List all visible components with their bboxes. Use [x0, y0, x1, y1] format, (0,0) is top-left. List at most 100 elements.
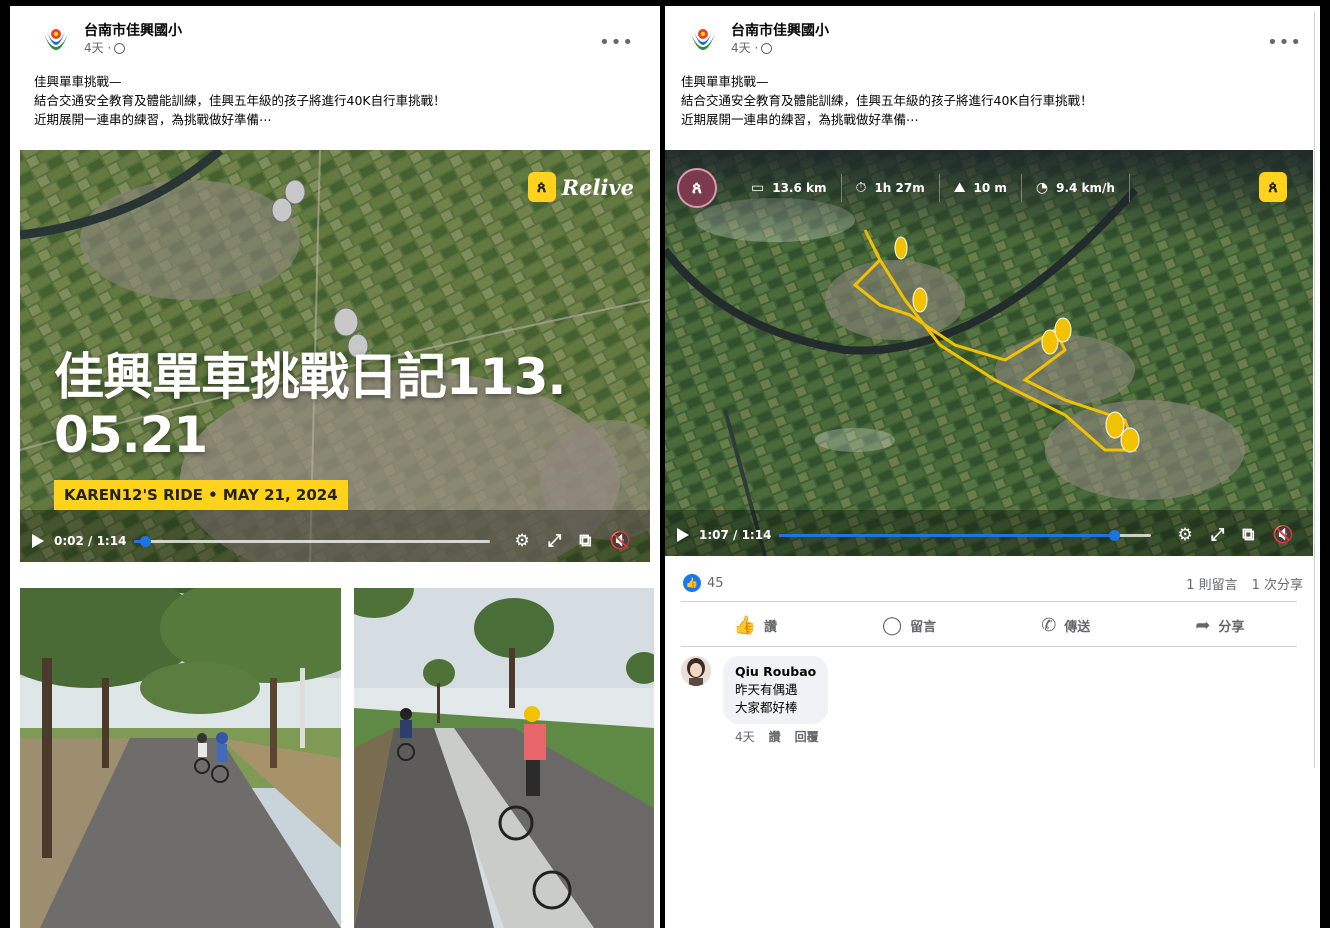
stat-elevation: ⛰ 10 m	[940, 174, 1022, 202]
post-time[interactable]: 4天 ·	[84, 40, 111, 56]
relive-wordmark: Relive	[561, 174, 634, 200]
page-avatar[interactable]	[683, 20, 723, 60]
aerial-route-map-image	[665, 150, 1313, 556]
progress-bar[interactable]	[779, 529, 1152, 541]
video-player[interactable]: ጰ ▭ 13.6 km ⏱ 1h 27m ⛰ 10 m ◔ 9.4 km/h ጰ	[665, 150, 1313, 556]
relive-logo: ጰ Relive	[527, 172, 634, 202]
avatar-image	[681, 656, 711, 686]
share-button[interactable]: ➦ 分享	[1195, 615, 1244, 636]
page-name[interactable]: 台南市佳興國小	[84, 22, 182, 40]
stat-speed: ◔ 9.4 km/h	[1022, 174, 1130, 202]
video-controls: 0:02 / 1:14 ⚙ ⤢ ⧉ 🔇	[20, 520, 650, 562]
picture-in-picture-icon[interactable]: ⧉	[1242, 525, 1254, 545]
relive-badge-icon: ጰ	[527, 172, 556, 202]
activity-stats-bar: ጰ ▭ 13.6 km ⏱ 1h 27m ⛰ 10 m ◔ 9.4 km/h ጰ	[677, 166, 1301, 210]
share-count[interactable]: 1 次分享	[1252, 574, 1303, 593]
post-text: 佳興單車挑戰— 結合交通安全教育及體能訓練，佳興五年級的孩子將進行40K自行車挑…	[681, 74, 1093, 127]
progress-knob[interactable]	[1109, 529, 1121, 541]
settings-gear-icon[interactable]: ⚙	[514, 531, 529, 551]
post-text: 佳興單車挑戰— 結合交通安全教育及體能訓練，佳興五年級的孩子將進行40K自行車挑…	[34, 74, 446, 127]
video-controls: 1:07 / 1:14 ⚙ ⤢ ⧉ 🔇	[665, 514, 1313, 556]
timecode: 0:02 / 1:14	[54, 534, 127, 548]
stat-value: 1h 27m	[874, 181, 925, 195]
ride-banner: KAREN12'S RIDE • MAY 21, 2024	[54, 480, 348, 510]
globe-icon	[114, 42, 126, 54]
stat-value: 13.6 km	[772, 181, 827, 195]
post-meta: 4天 ·	[84, 40, 182, 56]
more-options-button[interactable]: •••	[599, 32, 634, 53]
play-icon[interactable]	[677, 528, 689, 542]
photo-image	[20, 588, 341, 928]
comment-icon: ◯	[881, 614, 903, 636]
comment-label: 留言	[910, 619, 937, 635]
school-logo-icon	[37, 21, 75, 59]
commenter-name[interactable]: Qiu Roubao	[735, 663, 816, 681]
divider	[681, 646, 1297, 647]
whatsapp-icon: ✆	[1041, 614, 1057, 636]
settings-gear-icon[interactable]: ⚙	[1177, 525, 1192, 545]
video-title-overlay: 佳興單車挑戰日記113. 05.21	[54, 348, 566, 464]
photo-cyclists-bike-path[interactable]	[354, 588, 654, 928]
comment-reply-button[interactable]: 回覆	[795, 728, 819, 745]
post-header: 台南市佳興國小 4天 ·	[683, 20, 829, 60]
video-title-line1: 佳興單車挑戰日記113.	[54, 348, 566, 406]
progress-bar[interactable]	[134, 535, 491, 547]
like-count[interactable]: 45	[707, 576, 724, 591]
fullscreen-icon[interactable]: ⤢	[548, 531, 562, 551]
left-post: 台南市佳興國小 4天 · ••• 佳興單車挑戰— 結合交通安全教育及體能訓練，佳…	[10, 6, 660, 928]
comment-like-button[interactable]: 讚	[769, 728, 781, 745]
thumbs-up-icon: 👍	[733, 614, 756, 636]
photo-cyclists-tree-lane[interactable]	[20, 588, 341, 928]
comment-button[interactable]: ◯ 留言	[882, 615, 936, 636]
school-logo-icon	[684, 21, 722, 59]
progress-knob[interactable]	[140, 535, 152, 547]
comment-item: Qiu Roubao 昨天有偶遇 大家都好棒 4天 讚 回覆	[681, 656, 829, 745]
stat-duration: ⏱ 1h 27m	[842, 174, 940, 202]
post-meta: 4天 ·	[731, 40, 829, 56]
stat-value: 9.4 km/h	[1056, 181, 1115, 195]
share-icon: ➦	[1195, 614, 1211, 636]
progress-fill	[779, 533, 1115, 537]
comment-line1: 昨天有偶遇	[735, 682, 798, 697]
like-label: 讚	[763, 619, 777, 635]
comment-line2: 大家都好棒	[735, 700, 798, 715]
right-post: 台南市佳興國小 4天 · ••• 佳興單車挑戰— 結合交通安全教育及體能訓練，佳…	[665, 6, 1320, 928]
picture-in-picture-icon[interactable]: ⧉	[579, 531, 591, 551]
stat-distance: ▭ 13.6 km	[737, 174, 842, 202]
mute-icon[interactable]: 🔇	[1272, 525, 1293, 545]
video-player[interactable]: ጰ Relive 佳興單車挑戰日記113. 05.21 KAREN12'S RI…	[20, 150, 650, 562]
send-button[interactable]: ✆ 傳送	[1041, 615, 1090, 636]
video-title-line2: 05.21	[54, 406, 208, 464]
relive-avatar-icon: ጰ	[677, 168, 717, 208]
photo-image	[354, 588, 654, 928]
post-actions: 👍 讚 ◯ 留言 ✆ 傳送 ➦ 分享	[681, 606, 1297, 644]
divider	[681, 601, 1297, 602]
mountain-icon: ⛰	[953, 180, 966, 196]
comment-time[interactable]: 4天	[735, 728, 755, 745]
screenshot-frame: 台南市佳興國小 4天 · ••• 佳興單車挑戰— 結合交通安全教育及體能訓練，佳…	[0, 0, 1330, 928]
like-reaction-icon[interactable]: 👍	[683, 574, 701, 592]
like-button[interactable]: 👍 讚	[734, 615, 777, 636]
post-time[interactable]: 4天 ·	[731, 40, 758, 56]
fullscreen-icon[interactable]: ⤢	[1211, 525, 1225, 545]
more-options-button[interactable]: •••	[1267, 32, 1302, 53]
stat-value: 10 m	[973, 181, 1007, 195]
relive-badge-icon: ጰ	[1259, 172, 1287, 202]
speedometer-icon: ◔	[1035, 180, 1049, 196]
timecode: 1:07 / 1:14	[699, 528, 772, 542]
page-avatar[interactable]	[36, 20, 76, 60]
ruler-icon: ▭	[751, 180, 765, 196]
comment-count[interactable]: 1 則留言	[1186, 574, 1237, 593]
reactions-bar: 👍 45 1 則留言 1 次分享	[683, 572, 1303, 594]
globe-icon	[761, 42, 773, 54]
share-label: 分享	[1218, 619, 1245, 635]
send-label: 傳送	[1064, 619, 1091, 635]
comment-bubble: Qiu Roubao 昨天有偶遇 大家都好棒	[723, 656, 829, 724]
comment-meta: 4天 讚 回覆	[735, 728, 828, 745]
panel-edge	[1314, 12, 1315, 768]
mute-icon[interactable]: 🔇	[609, 531, 630, 551]
page-name[interactable]: 台南市佳興國小	[731, 22, 829, 40]
commenter-avatar[interactable]	[681, 656, 711, 686]
post-header: 台南市佳興國小 4天 ·	[36, 20, 182, 60]
play-icon[interactable]	[32, 534, 44, 548]
